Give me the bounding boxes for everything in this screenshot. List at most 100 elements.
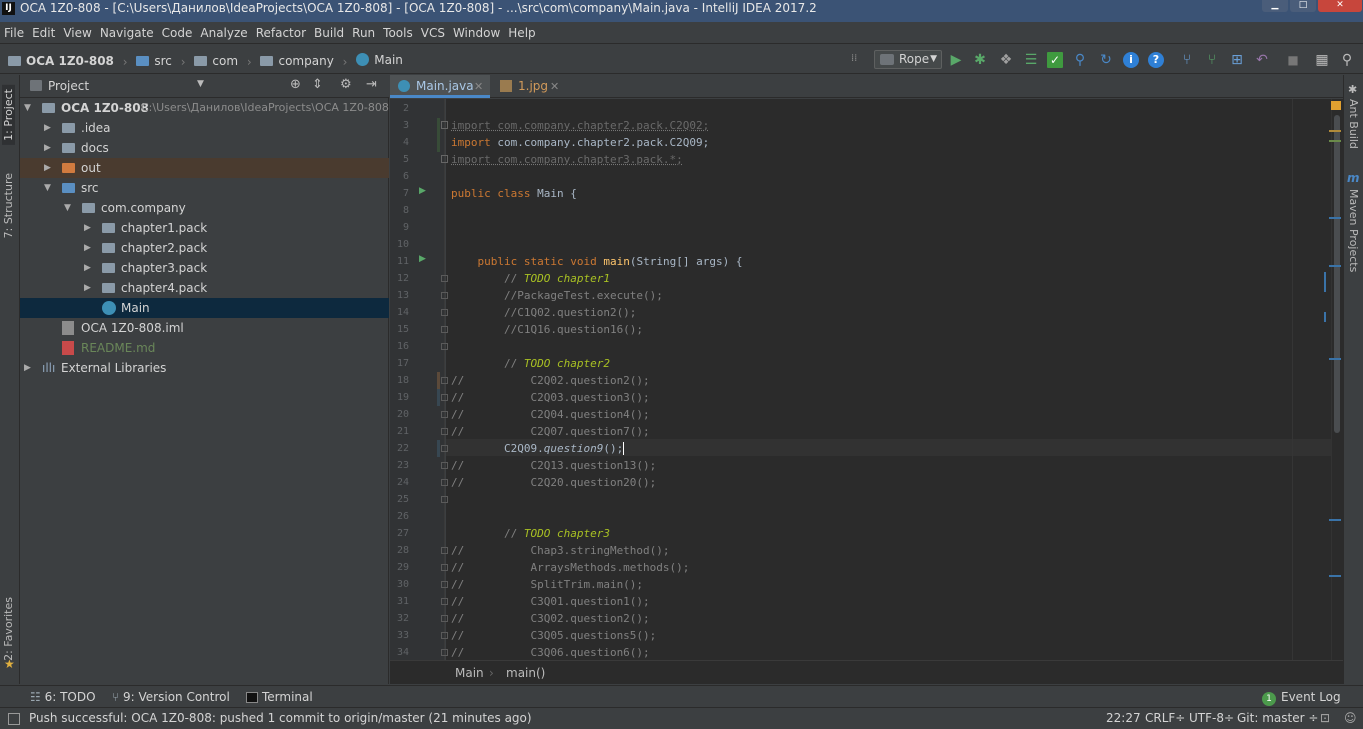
star-icon: ★	[4, 657, 15, 671]
run-gutter-icon[interactable]: ▶	[419, 254, 426, 264]
tab-main-java[interactable]: Main.java ✕	[390, 75, 490, 98]
menu-file[interactable]: File	[0, 22, 28, 44]
tool-window-bar: ☷ 6: TODO ⑂ 9: Version Control Terminal …	[0, 685, 1363, 707]
menu-navigate[interactable]: Navigate	[96, 22, 158, 44]
collapse-icon[interactable]: ⇕	[312, 77, 323, 92]
menu-build[interactable]: Build	[310, 22, 348, 44]
package-icon	[102, 223, 115, 233]
tree-item[interactable]: ▶ out	[20, 158, 389, 178]
ant-icon: ✱	[1348, 83, 1358, 96]
revert-icon[interactable]: ↶	[1254, 52, 1270, 68]
menu-tools[interactable]: Tools	[379, 22, 417, 44]
breadcrumb-src[interactable]: src	[136, 47, 172, 76]
tab-project[interactable]: 1: Project	[2, 85, 15, 145]
tree-item[interactable]: ▶ chapter2.pack	[20, 238, 389, 258]
breadcrumb-com[interactable]: com	[194, 47, 238, 76]
tab-maven-projects[interactable]: Maven Projects	[1347, 189, 1360, 272]
build-project-icon[interactable]: ⁞⁞	[851, 53, 867, 67]
project-view-selector[interactable]: Project	[48, 79, 89, 93]
maximize-button[interactable]: □	[1290, 0, 1316, 12]
tree-item[interactable]: ▼ com.company	[20, 198, 389, 218]
scroll-marker	[1329, 575, 1341, 577]
close-icon[interactable]: ✕	[474, 75, 483, 98]
breadcrumb-main[interactable]: Main	[356, 45, 403, 74]
code-editor[interactable]	[446, 99, 1331, 660]
version-control-button[interactable]: ⑂ 9: Version Control	[112, 686, 230, 708]
tree-item-selected[interactable]: Main	[20, 298, 389, 318]
event-log-button[interactable]: 1 Event Log	[1262, 686, 1341, 708]
tree-root[interactable]: ▼ OCA 1Z0-808 C:\Users\Данилов\IdeaProje…	[20, 98, 389, 118]
scrollbar-thumb[interactable]	[1334, 115, 1340, 433]
menu-code[interactable]: Code	[158, 22, 197, 44]
tree-item[interactable]: ▶ chapter4.pack	[20, 278, 389, 298]
menu-vcs[interactable]: VCS	[417, 22, 449, 44]
breadcrumb-separator: ›	[246, 55, 252, 69]
help-icon[interactable]: ?	[1148, 52, 1164, 68]
info-icon[interactable]: i	[1123, 52, 1139, 68]
close-icon[interactable]: ✕	[550, 75, 559, 98]
close-window-button[interactable]: ✕	[1318, 0, 1362, 12]
search-icon[interactable]: ⚲	[1072, 52, 1088, 68]
terminal-button[interactable]: Terminal	[246, 686, 313, 708]
vcs-history-icon[interactable]: ⊞	[1229, 52, 1245, 68]
search-everywhere-icon[interactable]: ⚲	[1339, 52, 1355, 68]
check-icon[interactable]: ✓	[1047, 52, 1063, 68]
run-gutter-icon[interactable]: ▶	[419, 186, 426, 196]
chevron-down-icon[interactable]: ▼	[197, 79, 204, 89]
tree-item[interactable]: ▶ chapter3.pack	[20, 258, 389, 278]
config-icon	[880, 54, 894, 65]
folder-icon	[136, 56, 150, 66]
git-branch[interactable]: Git: master ÷	[1237, 708, 1318, 729]
project-structure-icon[interactable]: ▦	[1314, 52, 1330, 68]
menu-analyze[interactable]: Analyze	[196, 22, 251, 44]
vcs-update-icon[interactable]: ⑂	[1179, 52, 1195, 68]
tab-1-jpg[interactable]: 1.jpg ✕	[492, 75, 564, 98]
breadcrumb-method[interactable]: main()	[506, 661, 545, 685]
menu-window[interactable]: Window	[449, 22, 504, 44]
menu-help[interactable]: Help	[504, 22, 539, 44]
menu-view[interactable]: View	[59, 22, 95, 44]
breadcrumb-project[interactable]: OCA 1Z0-808	[8, 47, 114, 76]
library-icon: ıllı	[42, 361, 56, 375]
tab-structure[interactable]: 7: Structure	[2, 173, 15, 238]
inspector-icon[interactable]: ☺	[1344, 708, 1357, 729]
hide-icon[interactable]: ⇥	[366, 77, 377, 92]
menu-refactor[interactable]: Refactor	[252, 22, 310, 44]
breadcrumb-company[interactable]: company	[260, 47, 334, 76]
debug-icon[interactable]: ✱	[972, 52, 988, 68]
line-separator[interactable]: CRLF÷	[1145, 708, 1185, 729]
tree-item[interactable]: ▶ .idea	[20, 118, 389, 138]
minimize-button[interactable]: ▁	[1262, 0, 1288, 12]
gear-icon[interactable]: ⚙	[340, 77, 352, 92]
caret-position[interactable]: 22:27	[1106, 708, 1141, 729]
tree-item[interactable]: ▼ src	[20, 178, 389, 198]
tree-item[interactable]: OCA 1Z0-808.iml	[20, 318, 389, 338]
list-icon[interactable]: ☰	[1023, 52, 1039, 68]
tree-item[interactable]: ▶ chapter1.pack	[20, 218, 389, 238]
tab-favorites[interactable]: 2: Favorites	[2, 597, 15, 661]
tree-item[interactable]: ▶ docs	[20, 138, 389, 158]
refresh-icon[interactable]: ↻	[1098, 52, 1114, 68]
run-config-selector[interactable]: Rope ▼	[874, 50, 942, 69]
menu-run[interactable]: Run	[348, 22, 379, 44]
menu-edit[interactable]: Edit	[28, 22, 59, 44]
right-margin-guide	[1292, 99, 1293, 660]
tree-item[interactable]: README.md	[20, 338, 389, 358]
coverage-icon[interactable]: ❖	[998, 52, 1014, 68]
image-file-icon	[500, 80, 512, 92]
module-file-icon	[62, 321, 74, 335]
tab-ant-build[interactable]: Ant Build	[1347, 99, 1360, 149]
todo-button[interactable]: ☷ 6: TODO	[30, 686, 96, 708]
breadcrumb-class[interactable]: Main	[455, 661, 484, 685]
target-icon[interactable]: ⊕	[290, 77, 301, 92]
status-message[interactable]: Push successful: OCA 1Z0-808: pushed 1 c…	[29, 708, 532, 729]
toggle-tool-windows-icon[interactable]	[8, 713, 20, 725]
scroll-marker	[1329, 519, 1341, 521]
stop-icon[interactable]: ■	[1285, 52, 1301, 68]
run-icon[interactable]: ▶	[948, 52, 964, 68]
expand-arrow-icon: ▶	[84, 223, 91, 233]
vcs-commit-icon[interactable]: ⑂	[1204, 52, 1220, 68]
file-encoding[interactable]: UTF-8÷	[1189, 708, 1234, 729]
lock-icon[interactable]: ⊡	[1320, 708, 1330, 729]
tree-item[interactable]: ▶ ıllı External Libraries	[20, 358, 389, 378]
